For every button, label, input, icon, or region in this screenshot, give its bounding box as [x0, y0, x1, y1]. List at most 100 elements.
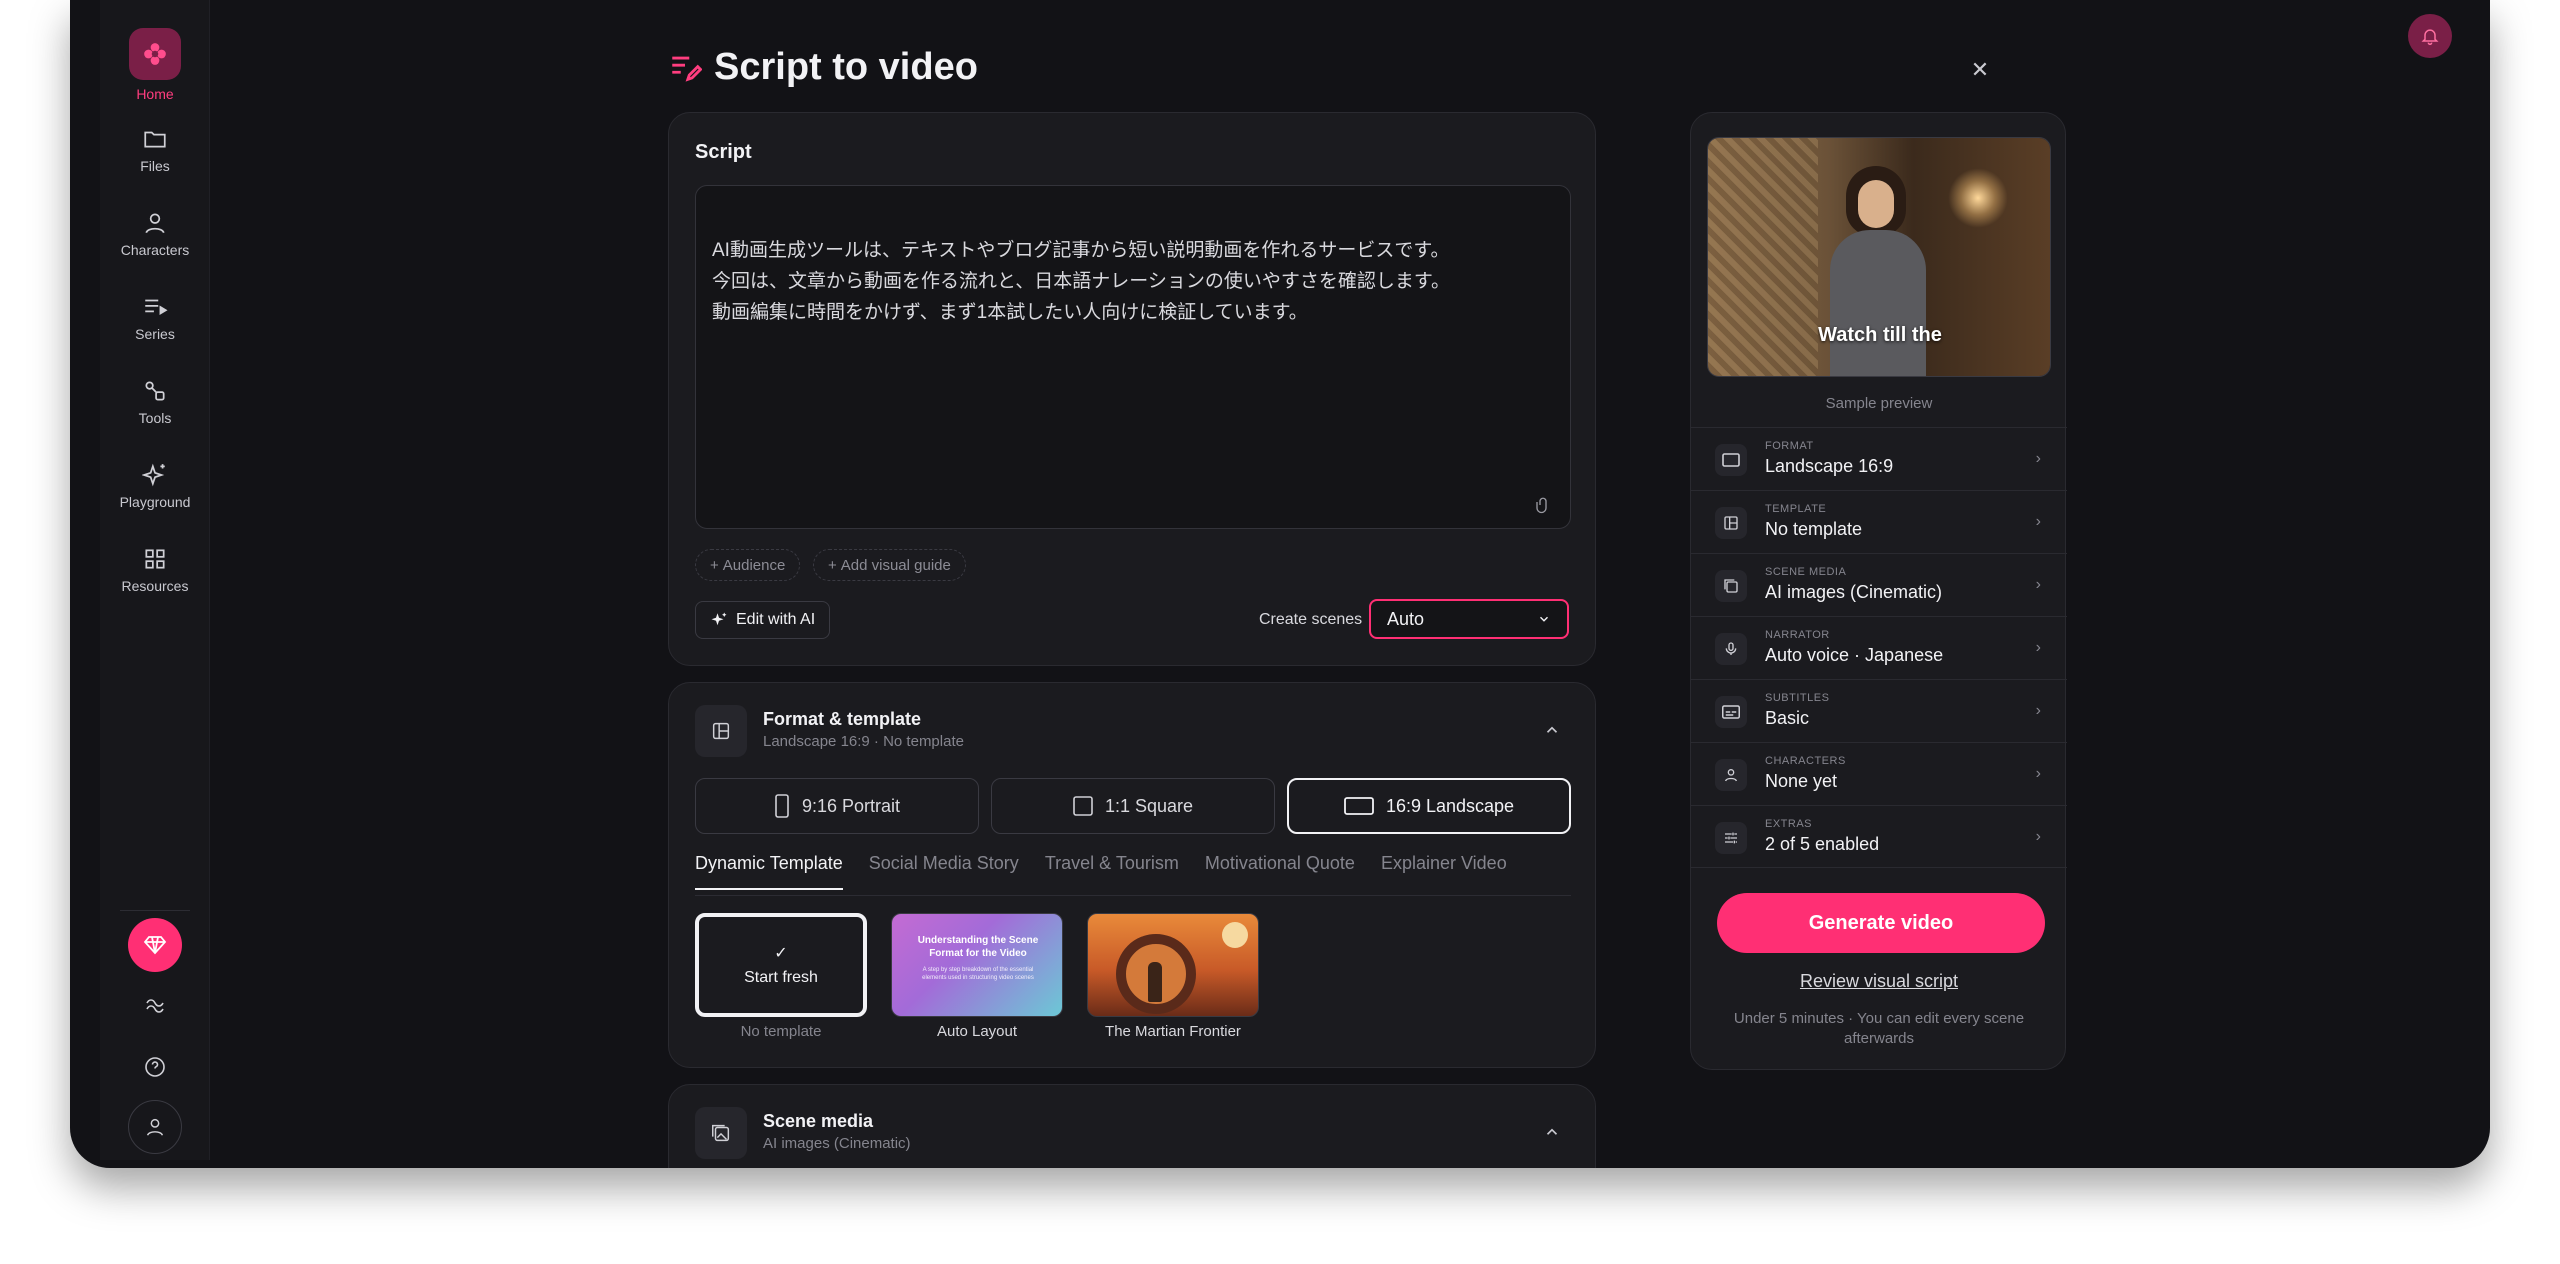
- sidebar-item-label: Playground: [119, 494, 191, 510]
- folder-icon: [144, 131, 166, 148]
- chevron-down-icon: [1540, 616, 1548, 622]
- sidebar-item-series[interactable]: Series: [100, 294, 210, 342]
- format-template-subtitle: Landscape 16:9 · No template: [763, 733, 964, 750]
- format-template-title: Format & template: [763, 709, 922, 729]
- chevron-up-icon[interactable]: [1543, 721, 1561, 739]
- landscape-icon: [1344, 797, 1374, 815]
- chevron-right-icon: ›: [2035, 765, 2041, 782]
- sidebar-item-files[interactable]: Files: [100, 126, 210, 174]
- script-card: Script AI動画生成ツールは、テキストやブログ記事から短い説明動画を作れる…: [668, 112, 1596, 666]
- layout-icon: [1715, 507, 1747, 539]
- generate-video-button[interactable]: Generate video: [1717, 893, 2045, 953]
- chevron-up-icon[interactable]: [1543, 1123, 1561, 1141]
- link-icon: [146, 999, 164, 1013]
- setting-key: SUBTITLES: [1765, 692, 1830, 704]
- sidebar-divider: [120, 910, 190, 911]
- moon-shape: [1222, 922, 1248, 948]
- edit-with-ai-label: Edit with AI: [736, 611, 816, 628]
- sidebar-item-label: Home: [136, 86, 174, 102]
- diamond-icon: [143, 936, 167, 955]
- preview-panel: Watch till the Sample preview FORMAT Lan…: [1690, 112, 2067, 1070]
- sidebar-item-label: Resources: [121, 578, 189, 594]
- format-portrait-button[interactable]: 9:16 Portrait: [695, 778, 979, 834]
- app-window: Home Files Characters Series Tools Playg…: [70, 0, 2490, 1168]
- setting-row-extras[interactable]: EXTRAS 2 of 5 enabled ›: [1691, 805, 2067, 868]
- setting-key: FORMAT: [1765, 440, 1814, 452]
- create-scenes-select[interactable]: Auto: [1369, 599, 1569, 639]
- setting-row-scene-media[interactable]: SCENE MEDIA AI images (Cinematic) ›: [1691, 553, 2067, 616]
- template-auto-layout[interactable]: Understanding the Scene Format for the V…: [891, 913, 1063, 1017]
- format-label: 16:9 Landscape: [1385, 795, 1515, 816]
- tab-social-media-story[interactable]: Social Media Story: [869, 853, 1019, 890]
- chevron-right-icon: ›: [2035, 828, 2041, 845]
- template-caption: No template: [740, 1023, 822, 1040]
- notifications-button[interactable]: [2408, 14, 2452, 58]
- audience-chip-label: Audience: [722, 556, 786, 574]
- bell-icon: [2421, 29, 2439, 46]
- template-martian-frontier[interactable]: [1087, 913, 1259, 1017]
- template-thumb-sub: A step by step breakdown of the essentia…: [922, 967, 1034, 981]
- chevron-right-icon: ›: [2035, 576, 2041, 593]
- setting-row-format[interactable]: FORMAT Landscape 16:9 ›: [1691, 427, 2067, 490]
- integrations-button[interactable]: [128, 978, 182, 1032]
- review-visual-script-link[interactable]: Review visual script: [1691, 971, 2067, 992]
- upgrade-button[interactable]: [128, 918, 182, 972]
- chevron-right-icon: ›: [2035, 513, 2041, 530]
- rectangle-icon: [1715, 444, 1747, 476]
- sidebar-item-label: Tools: [138, 410, 172, 426]
- flower-icon: [129, 28, 181, 80]
- sidebar-item-home[interactable]: Home: [100, 28, 210, 102]
- chevron-right-icon: ›: [2035, 450, 2041, 467]
- microphone-icon: [1715, 633, 1747, 665]
- format-label: 9:16 Portrait: [801, 795, 901, 816]
- tab-explainer-video[interactable]: Explainer Video: [1381, 853, 1507, 890]
- sidebar-item-resources[interactable]: Resources: [100, 546, 210, 594]
- sparkle-icon: [711, 612, 727, 626]
- tab-dynamic-template[interactable]: Dynamic Template: [695, 853, 843, 890]
- setting-key: SCENE MEDIA: [1765, 566, 1847, 578]
- sidebar-item-label: Characters: [120, 242, 190, 258]
- tab-motivational-quote[interactable]: Motivational Quote: [1205, 853, 1355, 890]
- help-button[interactable]: [128, 1040, 182, 1094]
- setting-key: EXTRAS: [1765, 818, 1813, 830]
- setting-row-subtitles[interactable]: SUBTITLES Basic ›: [1691, 679, 2067, 742]
- sidebar-item-tools[interactable]: Tools: [100, 378, 210, 426]
- setting-row-narrator[interactable]: NARRATOR Auto voice · Japanese ›: [1691, 616, 2067, 679]
- close-button[interactable]: ✕: [1968, 58, 1992, 82]
- sidebar: Home Files Characters Series Tools Playg…: [100, 0, 210, 1160]
- chevron-right-icon: ›: [2035, 702, 2041, 719]
- person-icon: [1715, 759, 1747, 791]
- audience-chip[interactable]: + Audience: [695, 549, 801, 581]
- script-text: AI動画生成ツールは、テキストやブログ記事から短い説明動画を作れるサービスです。…: [712, 240, 1450, 323]
- template-start-fresh[interactable]: ✓ Start fresh: [695, 913, 867, 1017]
- visual-guide-chip[interactable]: + Add visual guide: [813, 549, 966, 581]
- setting-key: NARRATOR: [1765, 629, 1830, 641]
- sidebar-item-characters[interactable]: Characters: [100, 210, 210, 258]
- subtitles-icon: [1715, 696, 1747, 728]
- account-button[interactable]: [128, 1100, 182, 1154]
- scene-media-card: Scene media AI images (Cinematic): [668, 1084, 1596, 1168]
- setting-key: CHARACTERS: [1765, 755, 1846, 767]
- sidebar-item-playground[interactable]: Playground: [100, 462, 210, 510]
- preview-caption: Sample preview: [1825, 395, 1933, 412]
- generation-note: Under 5 minutes · You can edit every sce…: [1733, 1010, 2025, 1047]
- figure-face: [1858, 180, 1894, 228]
- setting-row-template[interactable]: TEMPLATE No template ›: [1691, 490, 2067, 553]
- script-textarea[interactable]: AI動画生成ツールは、テキストやブログ記事から短い説明動画を作れるサービスです。…: [695, 185, 1571, 529]
- setting-value: Landscape 16:9: [1765, 456, 1894, 476]
- format-square-button[interactable]: 1:1 Square: [991, 778, 1275, 834]
- tabs-divider: [695, 895, 1571, 896]
- format-label: 1:1 Square: [1104, 795, 1194, 816]
- paperclip-icon[interactable]: [1534, 496, 1552, 514]
- preview-video[interactable]: Watch till the: [1707, 137, 2051, 377]
- script-title: Script: [695, 141, 752, 163]
- edit-with-ai-button[interactable]: Edit with AI: [695, 601, 831, 639]
- close-icon: ✕: [1970, 57, 1990, 82]
- check-icon: ✓: [774, 945, 788, 962]
- tab-travel-tourism[interactable]: Travel & Tourism: [1045, 853, 1179, 890]
- setting-row-characters[interactable]: CHARACTERS None yet ›: [1691, 742, 2067, 805]
- page-header: Script to video: [668, 46, 978, 89]
- setting-value: None yet: [1765, 771, 1838, 791]
- square-icon: [1073, 796, 1093, 816]
- format-landscape-button[interactable]: 16:9 Landscape: [1287, 778, 1571, 834]
